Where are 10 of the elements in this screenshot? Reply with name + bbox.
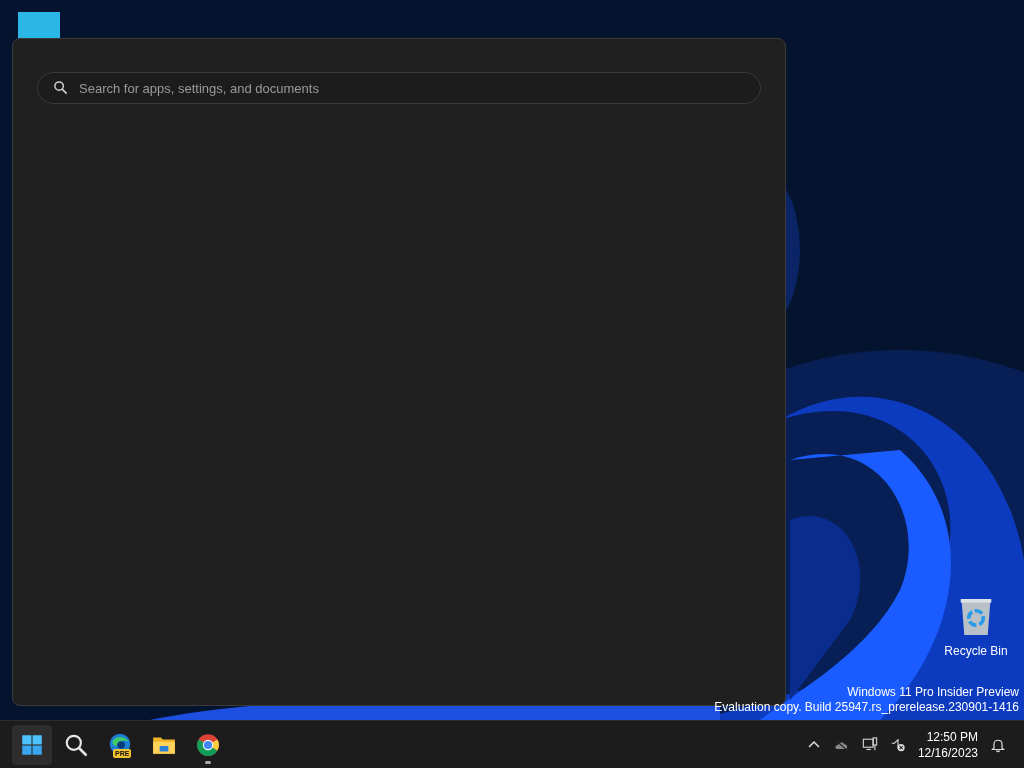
taskbar-button[interactable] (12, 724, 52, 765)
desktop-icon-label[interactable]: Recycle Bin (944, 644, 1008, 658)
edition-text: Windows 11 Pro Insider Preview (847, 685, 1019, 700)
search-field[interactable]: Search for apps, settings, and documents (37, 72, 761, 104)
network-icon[interactable] (861, 736, 878, 753)
build-text: Evaluation copy. Build 25947.rs_prerelease.230901-1416 (714, 700, 1019, 715)
recycle-bin-icon[interactable] (958, 596, 994, 638)
clock[interactable]: 12:50 PM 12/16/2023 (917, 728, 978, 761)
speaker-muted-icon[interactable] (889, 736, 906, 753)
chrome-icon (195, 731, 221, 758)
